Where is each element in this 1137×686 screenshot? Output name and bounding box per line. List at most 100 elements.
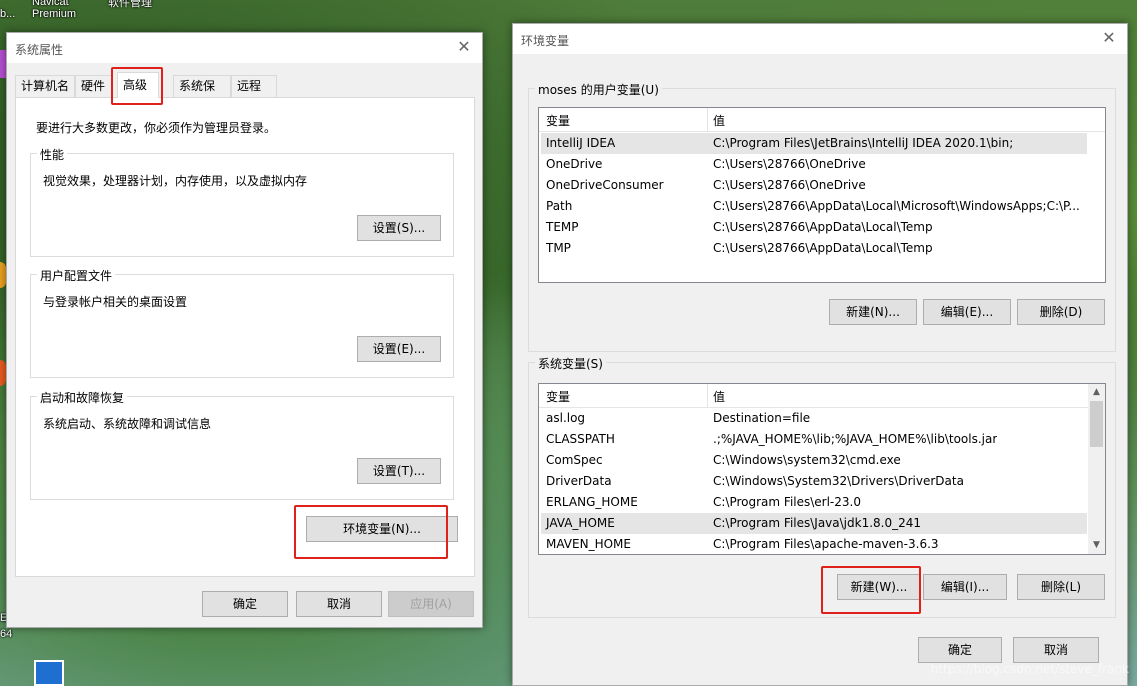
group-title: 用户配置文件 — [37, 267, 116, 284]
close-icon[interactable]: ✕ — [454, 37, 474, 57]
scroll-down-icon[interactable]: ▼ — [1088, 537, 1105, 554]
column-header-variable[interactable]: 变量 — [546, 112, 570, 129]
vertical-scrollbar[interactable]: ▲ ▼ — [1088, 384, 1105, 554]
system-delete-button[interactable]: 删除(L) — [1017, 574, 1105, 600]
user-profiles-group: 用户配置文件 与登录帐户相关的桌面设置 设置(E)... — [30, 267, 454, 378]
variable-value: C:\Program Files\erl-23.0 — [713, 495, 861, 509]
tab-hardware[interactable]: 硬件 — [75, 75, 113, 97]
variable-value: C:\Users\28766\OneDrive — [713, 157, 866, 171]
variable-value: C:\Windows\System32\Drivers\DriverData — [713, 474, 964, 488]
variable-name: TEMP — [546, 220, 579, 234]
admin-note: 要进行大多数更改，你必须作为管理员登录。 — [36, 121, 277, 135]
column-header-value[interactable]: 值 — [713, 388, 725, 405]
ok-button[interactable]: 确定 — [202, 591, 288, 617]
column-separator[interactable] — [707, 108, 708, 132]
variable-name: TMP — [546, 241, 571, 255]
variable-name: asl.log — [546, 411, 586, 425]
list-header: 变量 值 — [539, 108, 1105, 132]
variable-value: C:\Users\28766\AppData\Local\Temp — [713, 241, 933, 255]
list-item[interactable]: IntelliJ IDEA C:\Program Files\JetBrains… — [541, 133, 1087, 154]
list-item[interactable]: TMP C:\Users\28766\AppData\Local\Temp — [541, 238, 1087, 259]
variable-value: C:\Windows\system32\cmd.exe — [713, 453, 901, 467]
startup-recovery-group: 启动和故障恢复 系统启动、系统故障和调试信息 设置(T)... — [30, 389, 454, 500]
scroll-up-icon[interactable]: ▲ — [1088, 384, 1105, 401]
variable-name: Path — [546, 199, 573, 213]
variable-value: Destination=file — [713, 411, 811, 425]
system-properties-window: 系统属性 ✕ 计算机名 硬件 高级 系统保护 远程 要进行大多数更改，你必须作为… — [6, 32, 483, 628]
group-title: moses 的用户变量(U) — [535, 81, 662, 98]
tab-computer-name[interactable]: 计算机名 — [15, 75, 75, 97]
desktop-icon-truncated-label[interactable]: b... — [0, 8, 15, 20]
column-separator[interactable] — [707, 384, 708, 408]
desktop-icon-label-fragment: 64 — [0, 628, 13, 640]
list-item[interactable]: OneDrive C:\Users\28766\OneDrive — [541, 154, 1087, 175]
tab-remote[interactable]: 远程 — [231, 75, 277, 97]
user-variables-group: moses 的用户变量(U) 变量 值 IntelliJ IDEA C:\Pro… — [528, 81, 1116, 352]
window-title: 环境变量 — [521, 34, 570, 48]
variable-name: OneDrive — [546, 157, 603, 171]
highlight-box-env-button — [294, 505, 448, 559]
tab-system-protection[interactable]: 系统保护 — [173, 75, 231, 113]
group-title: 性能 — [37, 146, 68, 163]
list-item[interactable]: MAVEN_HOME C:\Program Files\apache-maven… — [541, 534, 1087, 554]
variable-name: JAVA_HOME — [546, 516, 615, 530]
system-edit-button[interactable]: 编辑(I)... — [923, 574, 1007, 600]
column-header-variable[interactable]: 变量 — [546, 388, 570, 405]
variable-name: DriverData — [546, 474, 612, 488]
title-bar[interactable]: 系统属性 ✕ — [7, 33, 482, 63]
group-description: 与登录帐户相关的桌面设置 — [43, 295, 188, 309]
variable-value: .;%JAVA_HOME%\lib;%JAVA_HOME%\lib\tools.… — [713, 432, 998, 446]
group-title: 系统变量(S) — [535, 355, 606, 372]
list-item[interactable]: Path C:\Users\28766\AppData\Local\Micros… — [541, 196, 1087, 217]
list-header: 变量 值 — [539, 384, 1088, 408]
watermark-text: https://blog.csdn.net/steve_frank — [930, 662, 1129, 676]
performance-settings-button[interactable]: 设置(S)... — [357, 215, 441, 241]
highlight-box-advanced-tab — [111, 67, 163, 105]
variable-value: C:\Program Files\JetBrains\IntelliJ IDEA… — [713, 136, 1014, 150]
variable-name: OneDriveConsumer — [546, 178, 664, 192]
cancel-button[interactable]: 取消 — [1013, 637, 1099, 663]
variable-name: IntelliJ IDEA — [546, 136, 616, 150]
list-item[interactable]: ERLANG_HOME C:\Program Files\erl-23.0 — [541, 492, 1087, 513]
list-item[interactable]: TEMP C:\Users\28766\AppData\Local\Temp — [541, 217, 1087, 238]
user-profiles-settings-button[interactable]: 设置(E)... — [357, 336, 441, 362]
list-item[interactable]: asl.log Destination=file — [541, 408, 1087, 429]
variable-value: C:\Users\28766\AppData\Local\Temp — [713, 220, 933, 234]
user-variables-list[interactable]: 变量 值 IntelliJ IDEA C:\Program Files\JetB… — [538, 107, 1106, 283]
title-bar[interactable]: 环境变量 ✕ — [513, 24, 1127, 54]
desktop-icon-navicat-label[interactable]: Navicat Premium — [32, 0, 76, 20]
highlight-box-system-new — [821, 566, 921, 614]
cancel-button[interactable]: 取消 — [296, 591, 382, 617]
variable-name: CLASSPATH — [546, 432, 615, 446]
desktop-icon-label-line1: Navicat — [32, 0, 69, 8]
close-icon[interactable]: ✕ — [1099, 28, 1119, 48]
variable-name: ComSpec — [546, 453, 603, 467]
user-delete-button[interactable]: 删除(D) — [1017, 299, 1105, 325]
user-edit-button[interactable]: 编辑(E)... — [923, 299, 1011, 325]
apply-button[interactable]: 应用(A) — [388, 591, 474, 617]
group-description: 系统启动、系统故障和调试信息 — [43, 417, 212, 431]
variable-name: ERLANG_HOME — [546, 495, 638, 509]
list-item[interactable]: DriverData C:\Windows\System32\Drivers\D… — [541, 471, 1087, 492]
list-item[interactable]: CLASSPATH .;%JAVA_HOME%\lib;%JAVA_HOME%\… — [541, 429, 1087, 450]
variable-value: C:\Users\28766\OneDrive — [713, 178, 866, 192]
list-item[interactable]: JAVA_HOME C:\Program Files\Java\jdk1.8.0… — [541, 513, 1087, 534]
system-variables-list[interactable]: 变量 值 asl.log Destination=file CLASSPATH … — [538, 383, 1106, 555]
environment-variables-window: 环境变量 ✕ moses 的用户变量(U) 变量 值 IntelliJ IDEA… — [512, 23, 1128, 686]
startup-recovery-settings-button[interactable]: 设置(T)... — [357, 458, 441, 484]
ok-button[interactable]: 确定 — [918, 637, 1002, 663]
desktop-icon-software-label[interactable]: 软件管理 — [108, 0, 152, 10]
list-item[interactable]: ComSpec C:\Windows\system32\cmd.exe — [541, 450, 1087, 471]
scrollbar-thumb[interactable] — [1090, 401, 1103, 447]
user-new-button[interactable]: 新建(N)... — [829, 299, 917, 325]
column-header-value[interactable]: 值 — [713, 112, 725, 129]
desktop-icon-fragment[interactable] — [34, 660, 64, 686]
variable-value: C:\Users\28766\AppData\Local\Microsoft\W… — [713, 199, 1080, 213]
window-title: 系统属性 — [15, 43, 64, 57]
variable-value: C:\Program Files\apache-maven-3.6.3 — [713, 537, 939, 551]
list-item[interactable]: OneDriveConsumer C:\Users\28766\OneDrive — [541, 175, 1087, 196]
variable-value: C:\Program Files\Java\jdk1.8.0_241 — [713, 516, 922, 530]
group-title: 启动和故障恢复 — [37, 389, 128, 406]
group-description: 视觉效果，处理器计划，内存使用，以及虚拟内存 — [43, 174, 308, 188]
performance-group: 性能 视觉效果，处理器计划，内存使用，以及虚拟内存 设置(S)... — [30, 146, 454, 257]
